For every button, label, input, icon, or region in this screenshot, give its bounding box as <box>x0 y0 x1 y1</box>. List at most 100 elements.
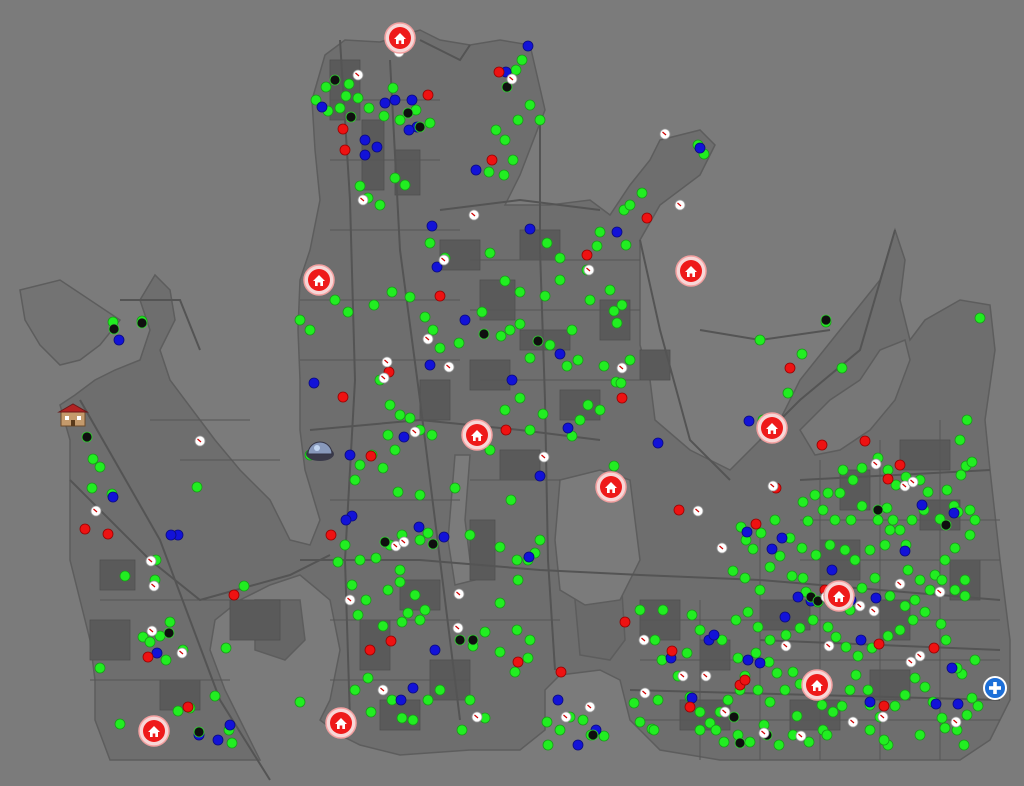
green-marker[interactable] <box>370 552 382 564</box>
green-marker[interactable] <box>363 102 375 114</box>
red-marker[interactable] <box>684 701 696 713</box>
green-marker[interactable] <box>834 487 846 499</box>
blue-marker[interactable] <box>406 94 418 106</box>
red-marker[interactable] <box>739 674 751 686</box>
green-marker[interactable] <box>817 504 829 516</box>
green-marker[interactable] <box>718 736 730 748</box>
green-marker[interactable] <box>346 579 358 591</box>
green-marker[interactable] <box>419 604 431 616</box>
green-marker[interactable] <box>114 718 126 730</box>
red-marker[interactable] <box>581 249 593 261</box>
green-marker[interactable] <box>924 584 936 596</box>
green-marker[interactable] <box>377 462 389 474</box>
green-marker[interactable] <box>334 102 346 114</box>
green-marker[interactable] <box>544 339 556 351</box>
green-marker[interactable] <box>294 696 306 708</box>
blue-marker[interactable] <box>552 694 564 706</box>
green-marker[interactable] <box>144 636 156 648</box>
station-badge[interactable] <box>756 412 788 444</box>
green-marker[interactable] <box>172 705 184 717</box>
city-map[interactable] <box>0 0 1024 786</box>
green-marker[interactable] <box>856 582 868 594</box>
green-marker[interactable] <box>852 650 864 662</box>
green-marker[interactable] <box>884 590 896 602</box>
red-marker[interactable] <box>512 656 524 668</box>
blue-marker[interactable] <box>403 124 415 136</box>
green-marker[interactable] <box>349 474 361 486</box>
blue-marker[interactable] <box>359 149 371 161</box>
blue-marker[interactable] <box>741 526 753 538</box>
red-marker[interactable] <box>873 638 885 650</box>
blue-marker[interactable] <box>438 531 450 543</box>
green-marker[interactable] <box>514 392 526 404</box>
green-marker[interactable] <box>909 672 921 684</box>
green-marker[interactable] <box>394 564 406 576</box>
green-marker[interactable] <box>864 724 876 736</box>
blue-marker[interactable] <box>779 611 791 623</box>
red-marker[interactable] <box>337 391 349 403</box>
green-marker[interactable] <box>396 712 408 724</box>
green-marker[interactable] <box>396 616 408 628</box>
green-marker[interactable] <box>554 724 566 736</box>
blue-marker[interactable] <box>398 431 410 443</box>
green-marker[interactable] <box>584 294 596 306</box>
green-marker[interactable] <box>856 500 868 512</box>
black-marker[interactable] <box>467 634 479 646</box>
green-marker[interactable] <box>782 387 794 399</box>
blue-marker[interactable] <box>916 499 928 511</box>
green-marker[interactable] <box>404 412 416 424</box>
green-marker[interactable] <box>906 514 918 526</box>
green-marker[interactable] <box>821 729 833 741</box>
blue-marker[interactable] <box>340 514 352 526</box>
blue-marker[interactable] <box>429 644 441 656</box>
green-marker[interactable] <box>686 609 698 621</box>
black-marker[interactable] <box>478 328 490 340</box>
blue-marker[interactable] <box>379 97 391 109</box>
green-marker[interactable] <box>86 482 98 494</box>
green-marker[interactable] <box>577 714 589 726</box>
blue-marker[interactable] <box>826 564 838 576</box>
green-marker[interactable] <box>238 580 250 592</box>
green-marker[interactable] <box>354 459 366 471</box>
green-marker[interactable] <box>969 514 981 526</box>
green-marker[interactable] <box>836 362 848 374</box>
green-marker[interactable] <box>342 306 354 318</box>
green-marker[interactable] <box>958 739 970 751</box>
green-marker[interactable] <box>822 487 834 499</box>
green-marker[interactable] <box>511 624 523 636</box>
green-marker[interactable] <box>837 464 849 476</box>
green-marker[interactable] <box>899 600 911 612</box>
red-marker[interactable] <box>619 616 631 628</box>
green-marker[interactable] <box>434 684 446 696</box>
green-marker[interactable] <box>119 570 131 582</box>
blue-marker[interactable] <box>572 739 584 751</box>
blue-marker[interactable] <box>459 314 471 326</box>
green-marker[interactable] <box>394 409 406 421</box>
green-marker[interactable] <box>456 724 468 736</box>
green-marker[interactable] <box>727 565 739 577</box>
green-marker[interactable] <box>505 494 517 506</box>
green-marker[interactable] <box>476 306 488 318</box>
green-marker[interactable] <box>537 408 549 420</box>
green-marker[interactable] <box>907 614 919 626</box>
blue-marker[interactable] <box>686 692 698 704</box>
green-marker[interactable] <box>849 554 861 566</box>
green-marker[interactable] <box>349 684 361 696</box>
green-marker[interactable] <box>797 496 809 508</box>
blue-marker[interactable] <box>899 545 911 557</box>
blue-marker[interactable] <box>611 226 623 238</box>
green-marker[interactable] <box>747 543 759 555</box>
green-marker[interactable] <box>949 542 961 554</box>
green-marker[interactable] <box>961 414 973 426</box>
green-marker[interactable] <box>591 240 603 252</box>
blue-marker[interactable] <box>754 657 766 669</box>
red-marker[interactable] <box>228 589 240 601</box>
blue-marker[interactable] <box>742 654 754 666</box>
green-marker[interactable] <box>422 527 434 539</box>
blue-marker[interactable] <box>523 551 535 563</box>
green-marker[interactable] <box>827 706 839 718</box>
black-marker[interactable] <box>193 726 205 738</box>
green-marker[interactable] <box>648 724 660 736</box>
blue-marker[interactable] <box>694 142 706 154</box>
green-marker[interactable] <box>424 237 436 249</box>
